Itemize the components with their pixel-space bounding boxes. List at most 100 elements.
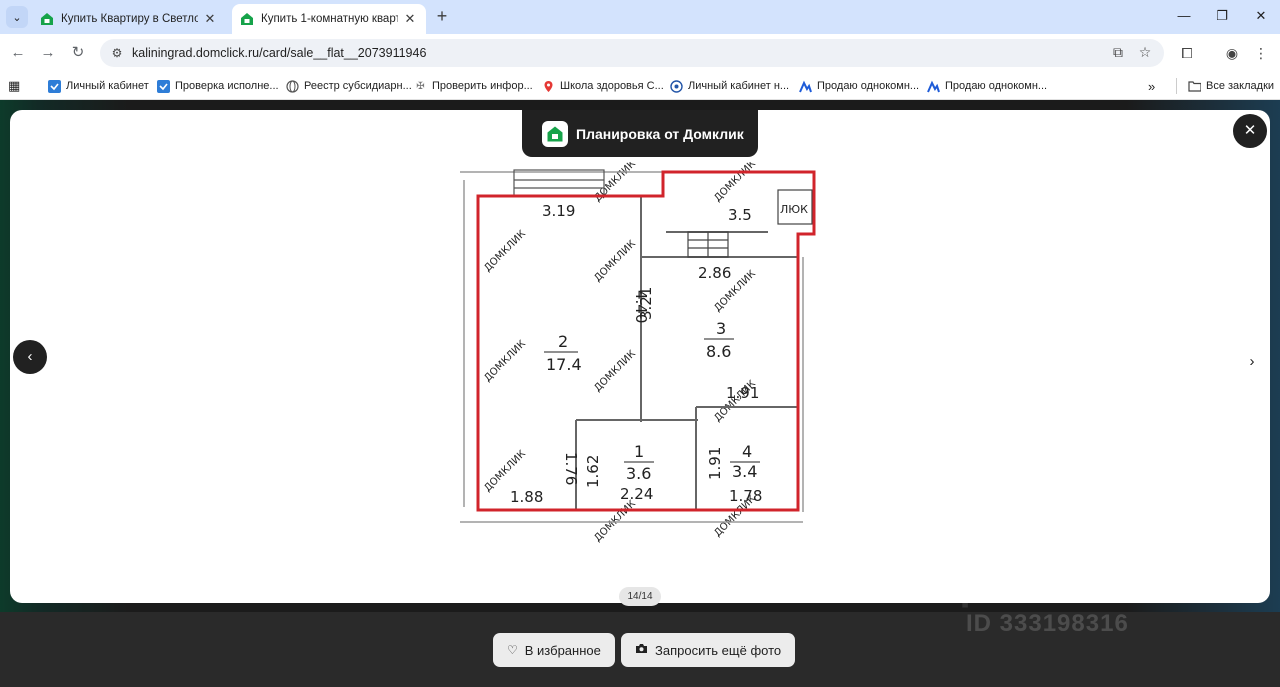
- profile-icon[interactable]: ◉: [1221, 42, 1243, 64]
- menu-kebab-icon[interactable]: ⋮: [1250, 42, 1272, 64]
- dimension-label: 3.5: [728, 206, 752, 224]
- svg-text:ДОМКЛИК: ДОМКЛИК: [482, 339, 528, 385]
- arrow-right-icon: →: [40, 44, 56, 61]
- room-area: 17.4: [546, 355, 582, 374]
- favorites-label: В избранное: [524, 642, 601, 658]
- gosuslugi-icon: [48, 79, 61, 93]
- address-bar[interactable]: ⚙ kaliningrad.domclick.ru/card/sale__fla…: [100, 39, 1164, 67]
- room-area: 8.6: [706, 342, 731, 361]
- svg-text:ДОМКЛИК: ДОМКЛИК: [592, 162, 638, 204]
- divider: [1176, 78, 1177, 94]
- photo-counter: 14/14: [619, 587, 661, 606]
- close-window-button[interactable]: ✕: [1250, 6, 1272, 26]
- svg-text:ДОМКЛИК: ДОМКЛИК: [592, 349, 638, 395]
- close-viewer-button[interactable]: ✕: [1233, 114, 1267, 148]
- next-photo-button[interactable]: ›: [1240, 350, 1264, 374]
- domclick-plan-badge: Планировка от Домклик: [522, 110, 758, 157]
- hatch-label: ЛЮК: [780, 203, 808, 216]
- bookmark-label: Личный кабинет н...: [688, 80, 790, 92]
- dimension-label: 3.19: [542, 202, 575, 220]
- chevron-down-icon: ⌄: [12, 11, 22, 24]
- dimension-label: 1.88: [510, 488, 543, 506]
- globe-icon: [286, 79, 299, 93]
- apartment-outline: [476, 170, 816, 512]
- close-tab-icon[interactable]: ✕: [202, 11, 218, 27]
- chevron-right-icon: ›: [1249, 353, 1255, 370]
- bookmark-item[interactable]: Проверка исполне...: [157, 77, 279, 95]
- floor-plan-image: ДОМКЛИК ДОМКЛИК ДОМКЛИК ДОМКЛИК ДОМКЛИК …: [460, 162, 816, 544]
- install-app-icon[interactable]: ⧉: [1107, 41, 1129, 63]
- bookmark-label: Личный кабинет: [66, 80, 149, 92]
- back-button[interactable]: ←: [7, 42, 29, 64]
- minimize-button[interactable]: —: [1173, 6, 1195, 26]
- svg-text:ДОМКЛИК: ДОМКЛИК: [712, 162, 758, 204]
- domclick-favicon-icon: [40, 12, 54, 26]
- dimension-label: 1.78: [729, 487, 762, 505]
- bookmark-label: Продаю однокомн...: [945, 80, 1048, 92]
- tab-search-button[interactable]: ⌄: [6, 6, 28, 28]
- site-settings-icon[interactable]: ⚙: [108, 46, 126, 60]
- arrow-left-icon: ←: [10, 44, 26, 61]
- apps-grid-icon[interactable]: ▦: [8, 77, 20, 95]
- request-more-photos-button[interactable]: Запросить ещё фото: [621, 633, 796, 667]
- bookmark-star-icon[interactable]: ☆: [1134, 41, 1156, 63]
- add-to-favorites-button[interactable]: ♡ В избранное: [493, 633, 615, 667]
- bookmark-label: Проверка исполне...: [175, 80, 279, 92]
- close-tab-icon[interactable]: ✕: [402, 11, 418, 27]
- browser-toolbar: ← → ↻ ⚙ kaliningrad.domclick.ru/card/sal…: [0, 34, 1280, 72]
- bookmark-item[interactable]: Школа здоровья С...: [542, 77, 664, 95]
- all-bookmarks-button[interactable]: Все закладки: [1188, 77, 1274, 95]
- restore-button[interactable]: ❐: [1211, 6, 1233, 26]
- listing-id-watermark: ID 333198316: [966, 610, 1129, 637]
- gosuslugi-icon: [157, 79, 170, 93]
- emblem-icon: ✠: [416, 80, 425, 92]
- bookmark-label: Проверить инфор...: [432, 80, 533, 92]
- avito-icon: [799, 80, 812, 93]
- room-number: 2: [558, 332, 568, 351]
- room-area: 3.6: [626, 464, 651, 483]
- dimension-label: 2.24: [620, 485, 653, 503]
- all-bookmarks-label: Все закладки: [1206, 80, 1275, 92]
- url-text: kaliningrad.domclick.ru/card/sale__flat_…: [132, 46, 427, 60]
- avito-icon: [927, 80, 940, 93]
- new-tab-button[interactable]: +: [432, 6, 452, 26]
- extensions-icon[interactable]: ⧠: [1176, 42, 1198, 64]
- bookmark-item[interactable]: Личный кабинет: [48, 77, 149, 95]
- bookmark-label: Продаю однокомн...: [817, 80, 920, 92]
- heart-icon: ♡: [507, 643, 518, 657]
- svg-text:ДОМКЛИК: ДОМКЛИК: [592, 239, 638, 285]
- svg-text:ДОМКЛИК: ДОМКЛИК: [482, 229, 528, 275]
- bookmark-item[interactable]: ✠ Проверить инфор...: [414, 77, 533, 95]
- globe-icon: [670, 79, 683, 93]
- tab-title: Купить Квартиру в Светлогорс: [61, 13, 198, 25]
- bookmark-item[interactable]: Продаю однокомн...: [799, 77, 919, 95]
- previous-photo-button[interactable]: ‹: [13, 340, 47, 374]
- domclick-favicon-icon: [240, 12, 254, 26]
- bookmark-item[interactable]: Продаю однокомн...: [927, 77, 1047, 95]
- close-icon: ✕: [1243, 122, 1257, 139]
- tab-2-active[interactable]: Купить 1-комнатную квартиру ✕: [232, 4, 426, 34]
- bookmarks-bar: ▦ Личный кабинет Проверка исполне... Рее…: [0, 72, 1280, 100]
- dimension-label: 1.76: [562, 452, 580, 485]
- forward-button[interactable]: →: [37, 42, 59, 64]
- domclick-logo-icon: [542, 120, 568, 147]
- bookmark-label: Реестр субсидиарн...: [304, 80, 412, 92]
- reload-button[interactable]: ↻: [67, 42, 89, 64]
- tab-1[interactable]: Купить Квартиру в Светлогорс ✕: [32, 4, 226, 34]
- room-area: 3.4: [732, 462, 757, 481]
- camera-icon: [635, 643, 648, 657]
- more-bookmarks-chevron-icon[interactable]: »: [1148, 77, 1155, 95]
- map-pin-icon: [542, 80, 555, 93]
- room-number: 1: [634, 442, 644, 461]
- dimension-label: 1.91: [706, 447, 724, 480]
- dimension-label: 2.86: [698, 264, 731, 282]
- dimension-label: 1.91: [726, 384, 759, 402]
- request-photo-label: Запросить ещё фото: [655, 642, 782, 658]
- bookmark-item[interactable]: Личный кабинет н...: [670, 77, 789, 95]
- chevron-left-icon: ‹: [27, 348, 33, 365]
- tab-strip: ⌄ Купить Квартиру в Светлогорс ✕ Купить …: [0, 0, 1280, 34]
- folder-icon: [1188, 80, 1201, 93]
- dimension-label: 3.21: [637, 287, 655, 320]
- bookmark-item[interactable]: Реестр субсидиарн...: [286, 77, 412, 95]
- room-number: 4: [742, 442, 752, 461]
